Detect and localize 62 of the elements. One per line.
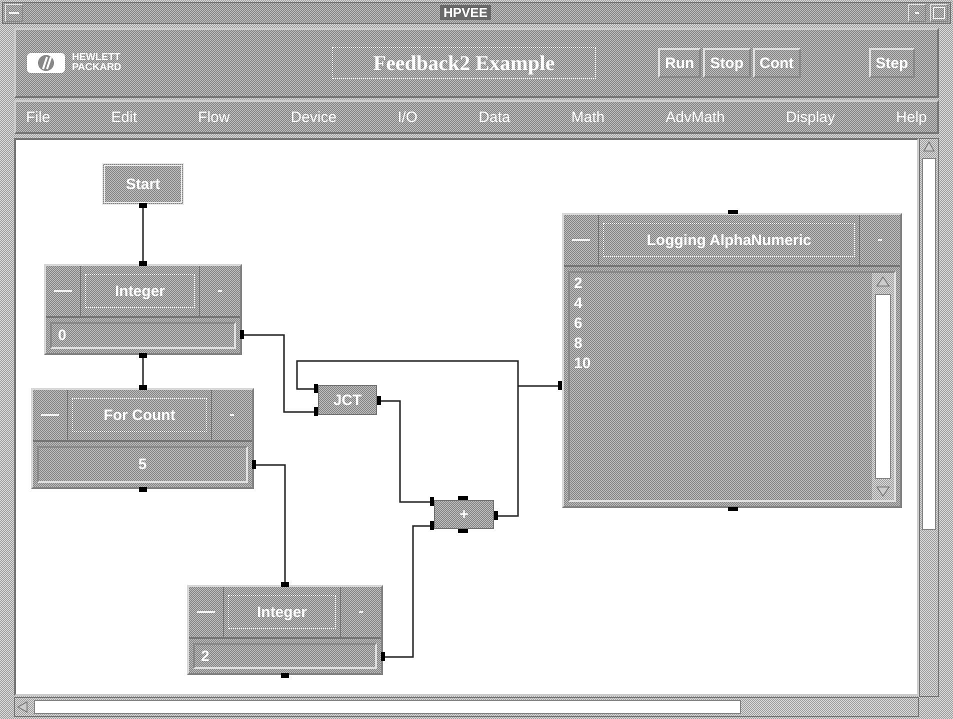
log-line: 10: [574, 355, 592, 372]
junction-object: JCT: [318, 385, 377, 415]
logo-text: HEWLETT: [72, 53, 122, 63]
menu-item[interactable]: Math: [571, 108, 605, 126]
object-title: Integer: [85, 274, 195, 308]
toolbar-button[interactable]: Run: [658, 48, 702, 78]
window-title: HPVEE: [440, 5, 491, 20]
toolbar-button[interactable]: Step: [868, 48, 916, 78]
wire: [142, 205, 144, 264]
menu-item[interactable]: Display: [786, 108, 836, 126]
vertical-scrollbar[interactable]: [872, 273, 894, 500]
terminal-pin[interactable]: [314, 407, 318, 416]
menu-item[interactable]: Data: [478, 108, 510, 126]
terminal-pin[interactable]: [139, 261, 147, 266]
terminal-pin[interactable]: [494, 511, 498, 520]
menu-item[interactable]: Flow: [198, 108, 230, 126]
horizontal-scrollbar[interactable]: [14, 697, 919, 717]
log-line: 2: [574, 275, 584, 292]
logo-icon: [26, 52, 66, 74]
terminal-pin[interactable]: [139, 487, 147, 492]
start-button[interactable]: Start: [102, 163, 184, 205]
vertical-scrollbar[interactable]: [919, 138, 939, 697]
terminal-pin[interactable]: [139, 203, 147, 208]
log-line: 8: [574, 335, 584, 352]
logo-text: PACKARD: [72, 63, 122, 73]
wire: [142, 355, 144, 388]
terminal-pin[interactable]: [558, 381, 562, 390]
add-object: +: [434, 500, 494, 529]
object-title: Integer: [228, 595, 336, 629]
terminal-pin[interactable]: [139, 353, 147, 358]
value-field[interactable]: 2: [193, 643, 377, 669]
terminal-pin[interactable]: [377, 396, 381, 405]
menu-item[interactable]: File: [26, 108, 50, 126]
toolbar-button[interactable]: Stop: [703, 48, 750, 78]
terminal-pin[interactable]: [281, 582, 289, 587]
menu-item[interactable]: Device: [290, 108, 337, 126]
menu-item[interactable]: I/O: [398, 108, 418, 126]
terminal-pin[interactable]: [458, 496, 468, 500]
window-menu-icon[interactable]: [5, 4, 23, 22]
terminal-pin[interactable]: [314, 384, 318, 393]
menu-item[interactable]: AdvMath: [666, 108, 725, 126]
log-line: 4: [574, 295, 584, 312]
log-line: 6: [574, 315, 584, 332]
toolbar-button[interactable]: Cont: [752, 48, 801, 78]
value-field[interactable]: 5: [37, 446, 248, 483]
terminal-pin[interactable]: [458, 529, 468, 533]
menu-item[interactable]: Help: [896, 108, 927, 126]
terminal-pin[interactable]: [240, 330, 244, 339]
value-field[interactable]: 0: [50, 322, 236, 349]
object-title: Logging AlphaNumeric: [603, 223, 855, 257]
terminal-pin[interactable]: [430, 497, 434, 506]
terminal-pin[interactable]: [381, 652, 385, 661]
terminal-pin[interactable]: [430, 521, 434, 530]
terminal-pin[interactable]: [728, 507, 738, 511]
terminal-pin[interactable]: [139, 385, 147, 390]
program-title: Feedback2 Example: [332, 47, 596, 79]
maximize-icon[interactable]: [930, 4, 948, 22]
terminal-pin[interactable]: [728, 210, 738, 214]
object-title: For Count: [72, 398, 207, 432]
terminal-pin[interactable]: [252, 460, 256, 469]
terminal-pin[interactable]: [281, 673, 289, 678]
menu-item[interactable]: Edit: [111, 108, 138, 126]
